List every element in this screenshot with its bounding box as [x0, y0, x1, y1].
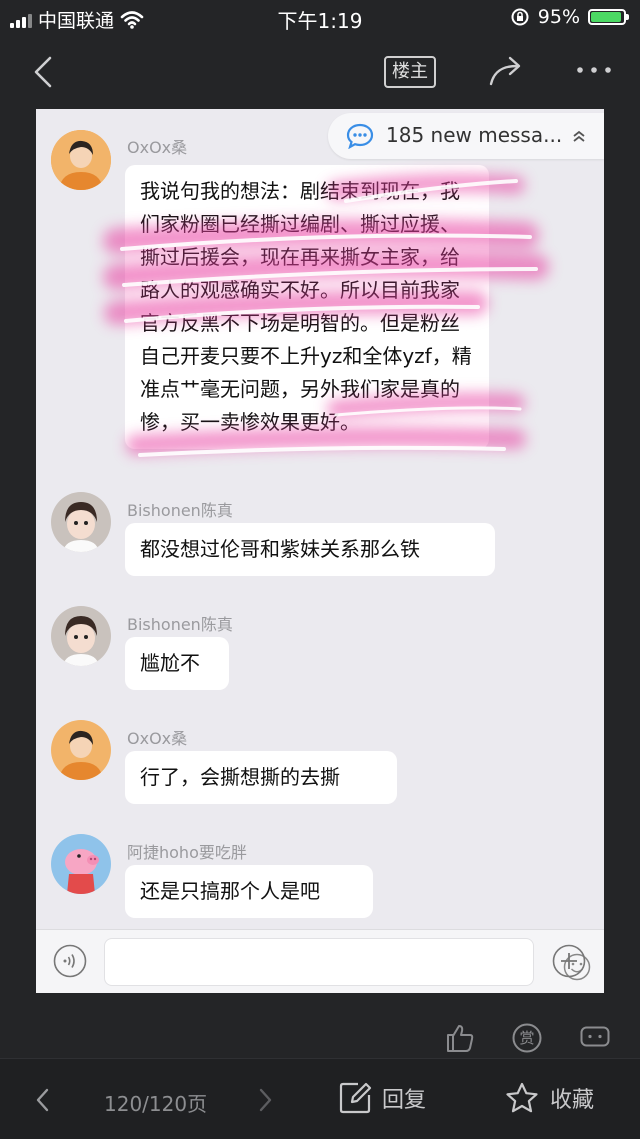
new-messages-banner[interactable]: 185 new messa... [328, 113, 604, 159]
orientation-lock-icon [511, 8, 529, 26]
sender-name: OxOx桑 [127, 729, 188, 748]
sender-name: Bishonen陈真 [127, 501, 233, 520]
favorite-label: 收藏 [550, 1088, 595, 1113]
message-input[interactable] [104, 938, 591, 986]
sender-name: Bishonen陈真 [127, 615, 233, 634]
chat-bubble-icon [346, 123, 374, 149]
previous-page-icon[interactable] [34, 1087, 52, 1113]
avatar [51, 492, 111, 552]
reward-button[interactable]: 赏 [512, 1023, 542, 1053]
bottom-bar: 120/120页 回复 收藏 [0, 1058, 640, 1139]
reply-label: 回复 [382, 1088, 427, 1113]
battery-percent: 95% [537, 6, 580, 28]
reward-label: 赏 [519, 1029, 535, 1047]
share-arrow-icon[interactable] [486, 54, 526, 88]
avatar [51, 834, 111, 894]
comment-icon[interactable] [580, 1026, 610, 1050]
battery-fill [591, 12, 622, 22]
message-text: 行了，会撕想撕的去撕 [140, 765, 340, 789]
message-bubble: 都没想过伦哥和紫妹关系那么铁 [125, 523, 495, 576]
page-indicator[interactable]: 120/120页 [104, 1088, 207, 1117]
thread-owner-button[interactable]: 楼主 [384, 56, 436, 88]
avatar [51, 720, 111, 780]
thumbs-up-icon[interactable] [444, 1022, 476, 1054]
post-actions: 赏 [0, 1022, 640, 1058]
battery-icon [588, 9, 629, 25]
chat-screenshot-image[interactable]: OxOx桑 我说句我的想法：剧结束到现在，我们家粉圈已经撕过编剧、撕过应援、撕过… [36, 109, 604, 993]
plus-icon[interactable] [552, 944, 586, 978]
voice-icon[interactable] [53, 944, 87, 978]
chat-input-bar [36, 929, 604, 993]
star-icon [506, 1082, 538, 1113]
next-page-icon[interactable] [256, 1087, 274, 1113]
new-messages-label: 185 new messa... [386, 123, 563, 147]
pig-avatar-icon [51, 834, 111, 894]
message-text: 都没想过伦哥和紫妹关系那么铁 [140, 537, 420, 561]
message-bubble: 行了，会撕想撕的去撕 [125, 751, 397, 804]
status-right: 95% [510, 6, 629, 28]
reply-button[interactable]: 回复 [338, 1081, 426, 1115]
message-text: 还是只搞那个人是吧 [140, 879, 320, 903]
message-bubble: 还是只搞那个人是吧 [125, 865, 373, 918]
double-chevron-up-icon [573, 130, 585, 142]
back-icon[interactable] [30, 54, 60, 90]
status-bar: 中国联通 下午1:19 95% [0, 0, 640, 36]
child-avatar-icon [51, 492, 111, 552]
favorite-button[interactable]: 收藏 [504, 1081, 594, 1115]
message-text: 尴尬不 [140, 651, 200, 675]
child-avatar-icon [51, 606, 111, 666]
nav-bar: 楼主 [0, 40, 640, 104]
person-avatar-icon [51, 720, 111, 780]
more-dots-icon[interactable] [574, 64, 614, 76]
message-bubble: 尴尬不 [125, 637, 229, 690]
edit-icon [339, 1082, 372, 1114]
sender-name: 阿捷hoho要吃胖 [127, 843, 247, 862]
avatar [51, 606, 111, 666]
